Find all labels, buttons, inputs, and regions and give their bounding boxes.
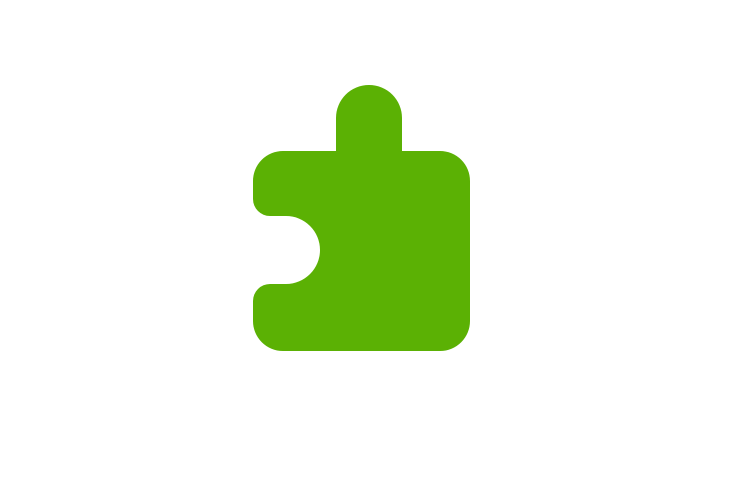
puzzle-piece-shape xyxy=(253,85,470,351)
puzzle-piece-icon xyxy=(253,85,470,351)
icon-canvas xyxy=(0,0,750,500)
